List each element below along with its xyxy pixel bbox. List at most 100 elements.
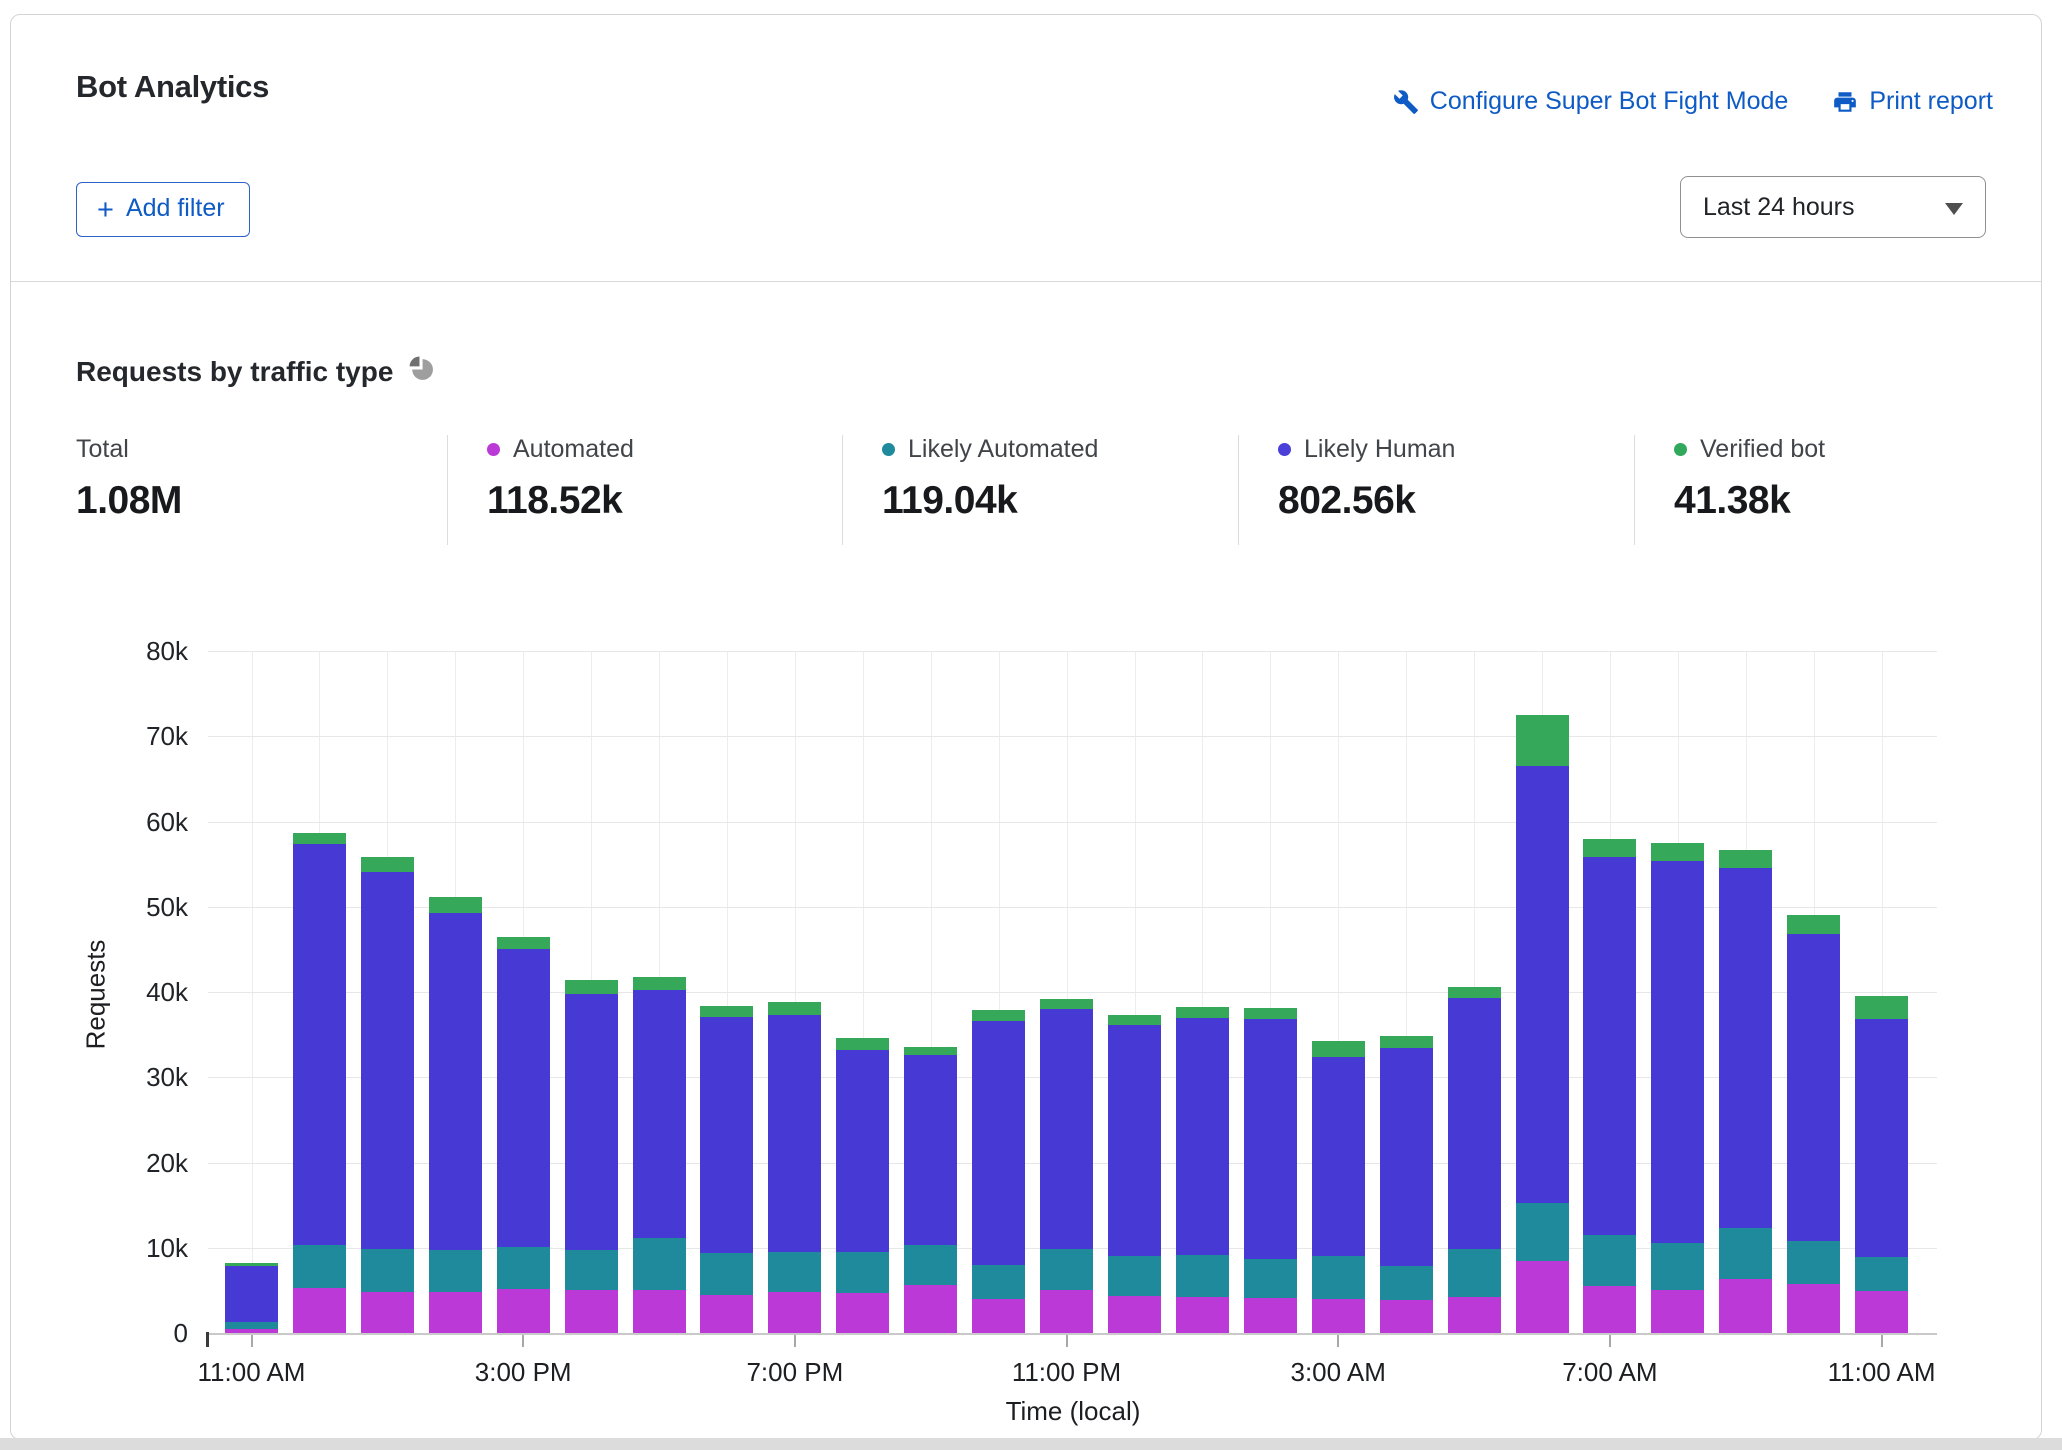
bar-7-likely-automated[interactable] [700,1253,753,1295]
bar-7-verified-bot[interactable] [700,1006,753,1017]
bar-24-verified-bot[interactable] [1855,996,1908,1019]
bar-23-verified-bot[interactable] [1787,915,1840,934]
bar-16-likely-automated[interactable] [1312,1256,1365,1299]
bar-22-verified-bot[interactable] [1719,850,1772,867]
bar-10-likely-automated[interactable] [904,1245,957,1285]
bar-15-automated[interactable] [1244,1298,1297,1333]
bar-17-likely-human[interactable] [1380,1048,1433,1265]
bar-13-automated[interactable] [1108,1296,1161,1333]
bar-20-likely-automated[interactable] [1583,1235,1636,1286]
bar-15-likely-automated[interactable] [1244,1259,1297,1298]
bar-17-automated[interactable] [1380,1300,1433,1333]
bar-16-verified-bot[interactable] [1312,1041,1365,1056]
bar-4-automated[interactable] [497,1289,550,1333]
bar-14-likely-automated[interactable] [1176,1255,1229,1297]
bar-18-likely-automated[interactable] [1448,1249,1501,1297]
bar-2-likely-human[interactable] [361,872,414,1250]
bar-19-automated[interactable] [1516,1261,1569,1333]
bar-21-likely-human[interactable] [1651,861,1704,1244]
bar-6-verified-bot[interactable] [633,977,686,991]
bar-23-automated[interactable] [1787,1284,1840,1333]
bar-6-automated[interactable] [633,1290,686,1333]
bar-15-likely-human[interactable] [1244,1019,1297,1259]
bar-5-likely-automated[interactable] [565,1250,618,1289]
bar-21-likely-automated[interactable] [1651,1243,1704,1289]
bar-11-likely-human[interactable] [972,1021,1025,1265]
bar-5-likely-human[interactable] [565,994,618,1251]
bar-19-verified-bot[interactable] [1516,715,1569,766]
bar-7-likely-human[interactable] [700,1017,753,1253]
bar-22-likely-automated[interactable] [1719,1228,1772,1279]
bar-7-automated[interactable] [700,1295,753,1333]
bar-23-likely-automated[interactable] [1787,1241,1840,1284]
bar-0-likely-automated[interactable] [225,1322,278,1329]
bar-8-likely-human[interactable] [768,1015,821,1252]
bar-3-automated[interactable] [429,1292,482,1333]
bar-16-likely-human[interactable] [1312,1057,1365,1256]
bar-5-automated[interactable] [565,1290,618,1333]
bar-4-likely-automated[interactable] [497,1247,550,1289]
bar-0-likely-human[interactable] [225,1266,278,1322]
bar-3-likely-human[interactable] [429,913,482,1251]
bar-17-verified-bot[interactable] [1380,1036,1433,1048]
bar-20-verified-bot[interactable] [1583,839,1636,856]
bar-8-verified-bot[interactable] [768,1002,821,1015]
bar-8-automated[interactable] [768,1292,821,1333]
bar-20-automated[interactable] [1583,1286,1636,1333]
bar-11-likely-automated[interactable] [972,1265,1025,1299]
bar-16-automated[interactable] [1312,1299,1365,1333]
bar-12-automated[interactable] [1040,1290,1093,1333]
bar-14-verified-bot[interactable] [1176,1007,1229,1018]
bar-13-likely-human[interactable] [1108,1025,1161,1256]
bar-24-automated[interactable] [1855,1291,1908,1333]
bar-12-likely-human[interactable] [1040,1009,1093,1249]
bar-6-likely-human[interactable] [633,990,686,1238]
bar-22-automated[interactable] [1719,1279,1772,1333]
bar-10-automated[interactable] [904,1285,957,1333]
bar-10-likely-human[interactable] [904,1055,957,1245]
bar-18-automated[interactable] [1448,1297,1501,1333]
bar-24-likely-human[interactable] [1855,1019,1908,1257]
bar-1-verified-bot[interactable] [293,833,346,843]
bar-14-likely-human[interactable] [1176,1018,1229,1255]
bar-1-likely-automated[interactable] [293,1245,346,1288]
bar-2-automated[interactable] [361,1292,414,1333]
bar-19-likely-human[interactable] [1516,766,1569,1202]
bar-2-verified-bot[interactable] [361,857,414,871]
bar-15-verified-bot[interactable] [1244,1008,1297,1019]
bar-2-likely-automated[interactable] [361,1249,414,1292]
bar-3-likely-automated[interactable] [429,1250,482,1292]
bar-3-verified-bot[interactable] [429,897,482,913]
bar-18-likely-human[interactable] [1448,998,1501,1249]
bar-9-verified-bot[interactable] [836,1038,889,1050]
bar-12-likely-automated[interactable] [1040,1249,1093,1290]
bar-20-likely-human[interactable] [1583,857,1636,1235]
bar-22-likely-human[interactable] [1719,868,1772,1229]
bar-23-likely-human[interactable] [1787,934,1840,1241]
bar-1-automated[interactable] [293,1288,346,1333]
bar-5-verified-bot[interactable] [565,980,618,994]
bar-4-verified-bot[interactable] [497,937,550,950]
bar-12-verified-bot[interactable] [1040,999,1093,1009]
bar-6-likely-automated[interactable] [633,1238,686,1289]
bar-13-verified-bot[interactable] [1108,1015,1161,1025]
bar-11-verified-bot[interactable] [972,1010,1025,1021]
bar-14-automated[interactable] [1176,1297,1229,1333]
bar-9-automated[interactable] [836,1293,889,1333]
bar-18-verified-bot[interactable] [1448,987,1501,998]
bar-0-verified-bot[interactable] [225,1263,278,1266]
bar-1-likely-human[interactable] [293,844,346,1246]
bar-10-verified-bot[interactable] [904,1047,957,1056]
bar-11-automated[interactable] [972,1299,1025,1333]
bar-4-likely-human[interactable] [497,949,550,1247]
bar-8-likely-automated[interactable] [768,1252,821,1292]
bar-21-automated[interactable] [1651,1290,1704,1333]
bar-19-likely-automated[interactable] [1516,1203,1569,1262]
bar-9-likely-human[interactable] [836,1050,889,1252]
bar-21-verified-bot[interactable] [1651,843,1704,861]
bar-24-likely-automated[interactable] [1855,1257,1908,1291]
bar-13-likely-automated[interactable] [1108,1256,1161,1296]
bar-9-likely-automated[interactable] [836,1252,889,1293]
bar-0-automated[interactable] [225,1329,278,1333]
bar-17-likely-automated[interactable] [1380,1266,1433,1300]
